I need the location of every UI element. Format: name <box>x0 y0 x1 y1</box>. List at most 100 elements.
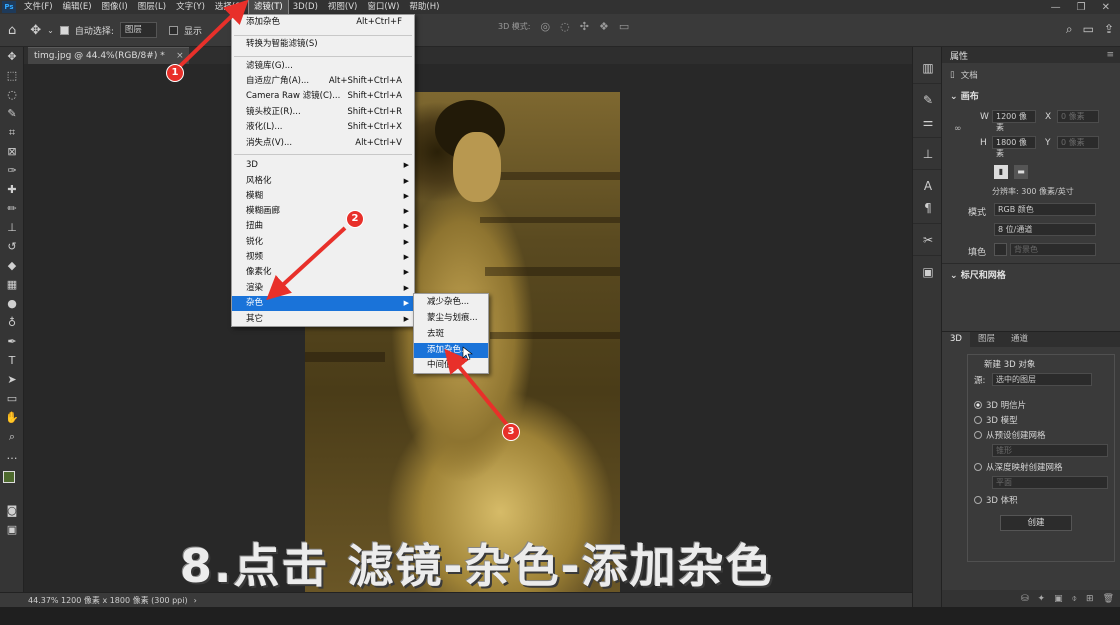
workspace-icon[interactable]: ▭ <box>1083 22 1094 37</box>
adjust-panel-icon[interactable]: ⚌ <box>913 111 943 133</box>
blur-icon[interactable]: ● <box>0 294 24 313</box>
bit-depth-dropdown[interactable]: 8 位/通道 <box>994 223 1096 236</box>
menu-item-noise[interactable]: 杂色 ▶ <box>232 296 414 311</box>
radio-model[interactable] <box>974 416 982 424</box>
menu-item-render[interactable]: 渲染 ▶ <box>232 281 414 296</box>
option-volume[interactable]: 3D 体积 <box>974 494 1018 506</box>
source-dropdown[interactable]: 选中的图层 <box>992 373 1092 386</box>
zoom-icon[interactable]: ⌕ <box>0 427 24 446</box>
option-model[interactable]: 3D 模型 <box>974 414 1018 426</box>
radio-volume[interactable] <box>974 496 982 504</box>
tools-panel-icon[interactable]: ✂ <box>913 229 943 251</box>
option-depth-map[interactable]: 从深度映射创建网格 <box>974 461 1063 473</box>
trash-icon[interactable]: 🗑 <box>1103 594 1114 604</box>
auto-select-dropdown[interactable]: 图层 <box>119 22 157 38</box>
depth-map-dropdown[interactable]: 平面 <box>992 476 1108 489</box>
menu-type[interactable]: 文字(Y) <box>171 0 210 14</box>
menu-select[interactable]: 选择(S) <box>210 0 249 14</box>
auto-select-checkbox[interactable] <box>59 25 69 35</box>
menu-item-3d[interactable]: 3D ▶ <box>232 158 414 173</box>
height-field[interactable]: 1800 像素 <box>992 136 1036 158</box>
pen-icon[interactable]: ✒ <box>0 332 24 351</box>
link-icon[interactable]: ∞ <box>954 124 962 134</box>
submenu-reduce-noise[interactable]: 减少杂色... <box>414 295 488 310</box>
close-window-icon[interactable]: ✕ <box>1102 2 1110 13</box>
menu-item-vanishing-point[interactable]: 消失点(V)... Alt+Ctrl+V <box>232 136 414 151</box>
minimize-icon[interactable]: — <box>1051 2 1061 13</box>
paragraph-panel-icon[interactable]: ¶ <box>913 197 943 219</box>
preset-mesh-dropdown[interactable]: 锥形 <box>992 444 1108 457</box>
camera-3d-icon[interactable]: ▭ <box>619 20 629 33</box>
share-icon[interactable]: ⇪ <box>1104 22 1114 37</box>
menu-item-pixelate[interactable]: 像素化 ▶ <box>232 265 414 280</box>
option-postcard[interactable]: 3D 明信片 <box>974 399 1026 411</box>
chevron-down-icon-rulers[interactable]: ⌄ <box>950 271 958 281</box>
light-icon[interactable]: ✦ <box>1038 594 1046 604</box>
stamp-icon[interactable]: ⊥ <box>0 218 24 237</box>
menu-item-convert-smart-filter[interactable]: 转换为智能滤镜(S) <box>232 37 414 52</box>
option-preset-mesh[interactable]: 从预设创建网格 <box>974 429 1046 441</box>
document-tab[interactable]: timg.jpg @ 44.4%(RGB/8#) * × <box>28 47 189 64</box>
more-tools-icon[interactable]: … <box>0 446 24 465</box>
menu-item-camera-raw[interactable]: Camera Raw 滤镜(C)... Shift+Ctrl+A <box>232 89 414 104</box>
info-panel-icon[interactable]: ▣ <box>913 261 943 283</box>
gradient-icon[interactable]: ▦ <box>0 275 24 294</box>
rectangle-icon[interactable]: ▭ <box>0 389 24 408</box>
eraser-icon[interactable]: ◆ <box>0 256 24 275</box>
foreground-color-swatch[interactable] <box>3 471 15 483</box>
menu-item-other[interactable]: 其它 ▶ <box>232 312 414 327</box>
chevron-down-icon[interactable]: ⌄ <box>47 26 54 35</box>
submenu-despeckle[interactable]: 去斑 <box>414 327 488 342</box>
dodge-icon[interactable]: ♁ <box>0 313 24 332</box>
menu-item-last-filter[interactable]: 添加杂色 Alt+Ctrl+F <box>232 15 414 30</box>
frame-icon[interactable]: ⊠ <box>0 142 24 161</box>
character-panel-icon[interactable]: A <box>913 175 943 197</box>
menu-item-liquify[interactable]: 液化(L)... Shift+Ctrl+X <box>232 120 414 135</box>
brush-panel-icon[interactable]: ✎ <box>913 89 943 111</box>
menu-help[interactable]: 帮助(H) <box>404 0 444 14</box>
zoom-readout[interactable]: 44.37% <box>0 596 59 605</box>
slide-3d-icon[interactable]: ❖ <box>599 20 609 33</box>
menu-item-distort[interactable]: 扭曲 ▶ <box>232 219 414 234</box>
menu-image[interactable]: 图像(I) <box>97 0 133 14</box>
menu-item-lens-correction[interactable]: 镜头校正(R)... Shift+Ctrl+R <box>232 105 414 120</box>
database-icon[interactable]: ⛁ <box>1021 594 1029 604</box>
radio-preset-mesh[interactable] <box>974 431 982 439</box>
menu-item-adaptive-wide-angle[interactable]: 自适应广角(A)... Alt+Shift+Ctrl+A <box>232 74 414 89</box>
drag-3d-icon[interactable]: ✣ <box>580 20 589 33</box>
menu-edit[interactable]: 编辑(E) <box>58 0 97 14</box>
menu-item-video[interactable]: 视频 ▶ <box>232 250 414 265</box>
lasso-icon[interactable]: ◌ <box>0 85 24 104</box>
render-icon[interactable]: ▣ <box>1054 594 1063 604</box>
quick-mask-icon[interactable]: ◙ <box>0 501 24 520</box>
landscape-orientation-icon[interactable]: ▬ <box>1014 165 1028 179</box>
menu-item-stylize[interactable]: 风格化 ▶ <box>232 174 414 189</box>
move-icon[interactable]: ✥ <box>0 47 24 66</box>
clone-panel-icon[interactable]: ⊥ <box>913 143 943 165</box>
width-field[interactable]: 1200 像素 <box>992 110 1036 132</box>
hand-icon[interactable]: ✋ <box>0 408 24 427</box>
history-brush-icon[interactable]: ↺ <box>0 237 24 256</box>
mode-dropdown[interactable]: RGB 颜色 <box>994 203 1096 216</box>
marquee-icon[interactable]: ⬚ <box>0 66 24 85</box>
document-info[interactable]: 1200 像素 x 1800 像素 (300 ppi) <box>55 595 188 606</box>
show-transform-checkbox[interactable] <box>168 25 178 35</box>
tab-layers[interactable]: 图层 <box>970 332 1003 347</box>
chevron-right-icon[interactable]: › <box>194 596 197 605</box>
submenu-add-noise[interactable]: 添加杂色... <box>414 343 488 358</box>
menu-layer[interactable]: 图层(L) <box>133 0 171 14</box>
filter-icon[interactable]: ⌽ <box>1072 594 1077 604</box>
radio-postcard[interactable] <box>974 401 982 409</box>
radio-depth-map[interactable] <box>974 463 982 471</box>
menu-item-filter-gallery[interactable]: 滤镜库(G)... <box>232 59 414 74</box>
crop-icon[interactable]: ⌗ <box>0 123 24 142</box>
screen-mode-icon[interactable]: ▣ <box>0 520 24 539</box>
portrait-orientation-icon[interactable]: ▮ <box>994 165 1008 179</box>
menu-view[interactable]: 视图(V) <box>323 0 362 14</box>
fill-dropdown[interactable]: 背景色 <box>1010 243 1096 256</box>
quick-select-icon[interactable]: ✎ <box>0 104 24 123</box>
roll-3d-icon[interactable]: ◌ <box>560 20 570 33</box>
y-field[interactable]: 0 像素 <box>1057 136 1099 149</box>
search-icon[interactable]: ⌕ <box>1066 22 1073 37</box>
menu-item-blur-gallery[interactable]: 模糊画廊 ▶ <box>232 204 414 219</box>
